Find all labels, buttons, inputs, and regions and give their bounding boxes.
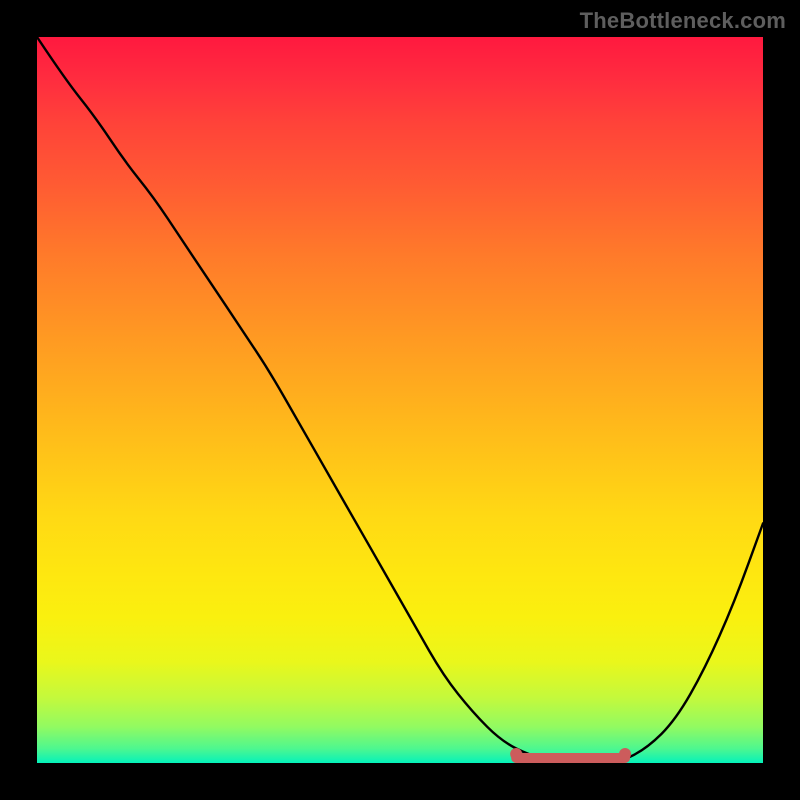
bottleneck-curve xyxy=(37,37,763,763)
curve-layer xyxy=(37,37,763,763)
plot-area xyxy=(37,37,763,763)
optimal-flat-zone-start-dot xyxy=(510,748,522,760)
watermark-label: TheBottleneck.com xyxy=(580,8,786,34)
chart-stage: TheBottleneck.com xyxy=(0,0,800,800)
optimal-flat-zone-end-dot xyxy=(619,748,631,760)
